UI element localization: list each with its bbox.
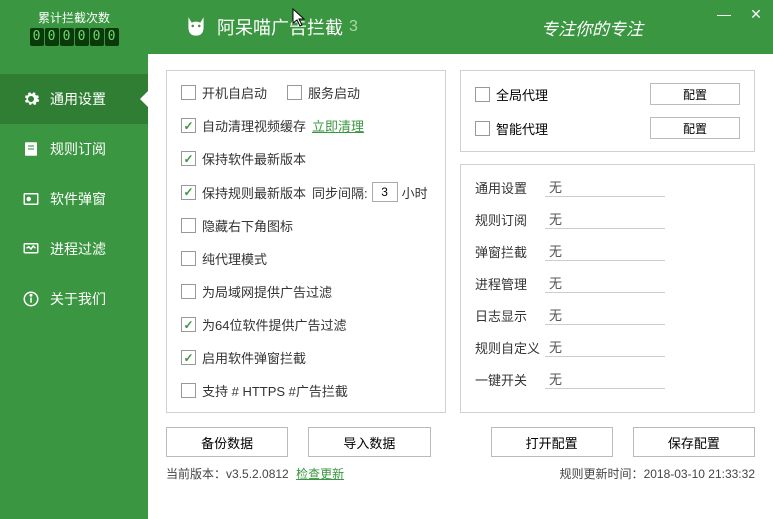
book-icon — [22, 140, 40, 158]
autoclear-checkbox[interactable] — [181, 118, 196, 133]
sidebar-item-general[interactable]: 通用设置 — [0, 74, 148, 124]
hk-value[interactable]: 无 — [545, 209, 665, 229]
https-label: 支持 # HTTPS #广告拦截 — [202, 381, 348, 400]
sidebar-item-popup[interactable]: 软件弹窗 — [0, 174, 148, 224]
sync-suf: 小时 — [402, 183, 428, 202]
check-update-link[interactable]: 检查更新 — [296, 467, 344, 481]
hk-value[interactable]: 无 — [545, 369, 665, 389]
latestrule-checkbox[interactable] — [181, 185, 196, 200]
titlebar: 累计拦截次数 0 0 0 0 0 0 阿呆喵广告拦截 3 专注你的专注 — ✕ — [0, 0, 773, 54]
hotkey-box: 通用设置无 规则订阅无 弹窗拦截无 进程管理无 日志显示无 规则自定义无 一键开… — [460, 164, 755, 413]
autoclear-label: 自动清理视频缓存 — [202, 116, 306, 135]
globalproxy-config-button[interactable]: 配置 — [650, 83, 740, 105]
clearnow-link[interactable]: 立即清理 — [312, 116, 364, 135]
block-counter-area: 累计拦截次数 0 0 0 0 0 0 — [0, 9, 148, 46]
sidebar-item-about[interactable]: 关于我们 — [0, 274, 148, 324]
sync-interval-input[interactable] — [372, 182, 398, 202]
popup-checkbox[interactable] — [181, 350, 196, 365]
hk-label: 弹窗拦截 — [475, 242, 545, 261]
hk-label: 一键开关 — [475, 370, 545, 389]
sidebar-item-process[interactable]: 进程过滤 — [0, 224, 148, 274]
bit64-label: 为64位软件提供广告过滤 — [202, 315, 346, 334]
minimize-button[interactable]: — — [715, 6, 733, 23]
hk-value[interactable]: 无 — [545, 241, 665, 261]
service-label: 服务启动 — [308, 83, 360, 102]
proxy-box: 全局代理 配置 智能代理 配置 — [460, 70, 755, 152]
startup-checkbox[interactable] — [181, 85, 196, 100]
block-label: 累计拦截次数 — [38, 9, 110, 26]
hk-label: 规则订阅 — [475, 210, 545, 229]
hk-value[interactable]: 无 — [545, 177, 665, 197]
smartproxy-config-button[interactable]: 配置 — [650, 117, 740, 139]
sync-pre: 同步间隔: — [312, 183, 368, 202]
block-counter: 0 0 0 0 0 0 — [30, 28, 119, 46]
content: 开机自启动 服务启动 自动清理视频缓存 立即清理 保持软件最新版本 — [148, 54, 773, 519]
https-checkbox[interactable] — [181, 383, 196, 398]
app-title: 阿呆喵广告拦截 — [217, 14, 343, 40]
rule-time-prefix: 规则更新时间： — [560, 467, 644, 481]
save-config-button[interactable]: 保存配置 — [633, 427, 755, 457]
pureproxy-label: 纯代理模式 — [202, 249, 267, 268]
backup-button[interactable]: 备份数据 — [166, 427, 288, 457]
lanfilter-label: 为局域网提供广告过滤 — [202, 282, 332, 301]
service-checkbox[interactable] — [287, 85, 302, 100]
hidetray-checkbox[interactable] — [181, 218, 196, 233]
sidebar-label: 关于我们 — [50, 289, 106, 309]
popup-label: 启用软件弹窗拦截 — [202, 348, 306, 367]
version-prefix: 当前版本： — [166, 467, 226, 481]
hidetray-label: 隐藏右下角图标 — [202, 216, 293, 235]
title-area: 阿呆喵广告拦截 3 — [183, 14, 358, 40]
sidebar-label: 通用设置 — [50, 89, 106, 109]
info-icon — [22, 290, 40, 308]
gear-icon — [22, 90, 40, 108]
startup-label: 开机自启动 — [202, 83, 267, 102]
version-text: v3.5.2.0812 — [226, 467, 289, 481]
app-version: 3 — [349, 18, 358, 36]
sidebar-label: 规则订阅 — [50, 139, 106, 159]
action-buttons: 备份数据 导入数据 打开配置 保存配置 — [166, 427, 755, 457]
hk-value[interactable]: 无 — [545, 273, 665, 293]
globalproxy-checkbox[interactable] — [475, 87, 490, 102]
monitor-icon — [22, 240, 40, 258]
globalproxy-label: 全局代理 — [496, 85, 548, 104]
close-button[interactable]: ✕ — [747, 6, 765, 23]
pureproxy-checkbox[interactable] — [181, 251, 196, 266]
sidebar: 通用设置 规则订阅 软件弹窗 进程过滤 关于我们 — [0, 54, 148, 519]
hk-label: 日志显示 — [475, 306, 545, 325]
latestsoft-checkbox[interactable] — [181, 151, 196, 166]
slogan: 专注你的专注 — [541, 15, 643, 40]
hk-value[interactable]: 无 — [545, 305, 665, 325]
bit64-checkbox[interactable] — [181, 317, 196, 332]
hk-label: 进程管理 — [475, 274, 545, 293]
sidebar-label: 进程过滤 — [50, 239, 106, 259]
open-config-button[interactable]: 打开配置 — [491, 427, 613, 457]
window-controls: — ✕ — [715, 6, 765, 23]
lanfilter-checkbox[interactable] — [181, 284, 196, 299]
hk-label: 通用设置 — [475, 178, 545, 197]
latestsoft-label: 保持软件最新版本 — [202, 149, 306, 168]
cat-icon — [183, 14, 209, 40]
window-icon — [22, 190, 40, 208]
hk-label: 规则自定义 — [475, 338, 545, 357]
sidebar-label: 软件弹窗 — [50, 189, 106, 209]
smartproxy-label: 智能代理 — [496, 119, 548, 138]
latestrule-label: 保持规则最新版本 — [202, 183, 306, 202]
smartproxy-checkbox[interactable] — [475, 121, 490, 136]
rule-time: 2018-03-10 21:33:32 — [644, 467, 755, 481]
status-bar: 当前版本：v3.5.2.0812 检查更新 规则更新时间：2018-03-10 … — [166, 465, 755, 482]
import-button[interactable]: 导入数据 — [308, 427, 430, 457]
hk-value[interactable]: 无 — [545, 337, 665, 357]
general-settings-box: 开机自启动 服务启动 自动清理视频缓存 立即清理 保持软件最新版本 — [166, 70, 446, 413]
sidebar-item-rules[interactable]: 规则订阅 — [0, 124, 148, 174]
